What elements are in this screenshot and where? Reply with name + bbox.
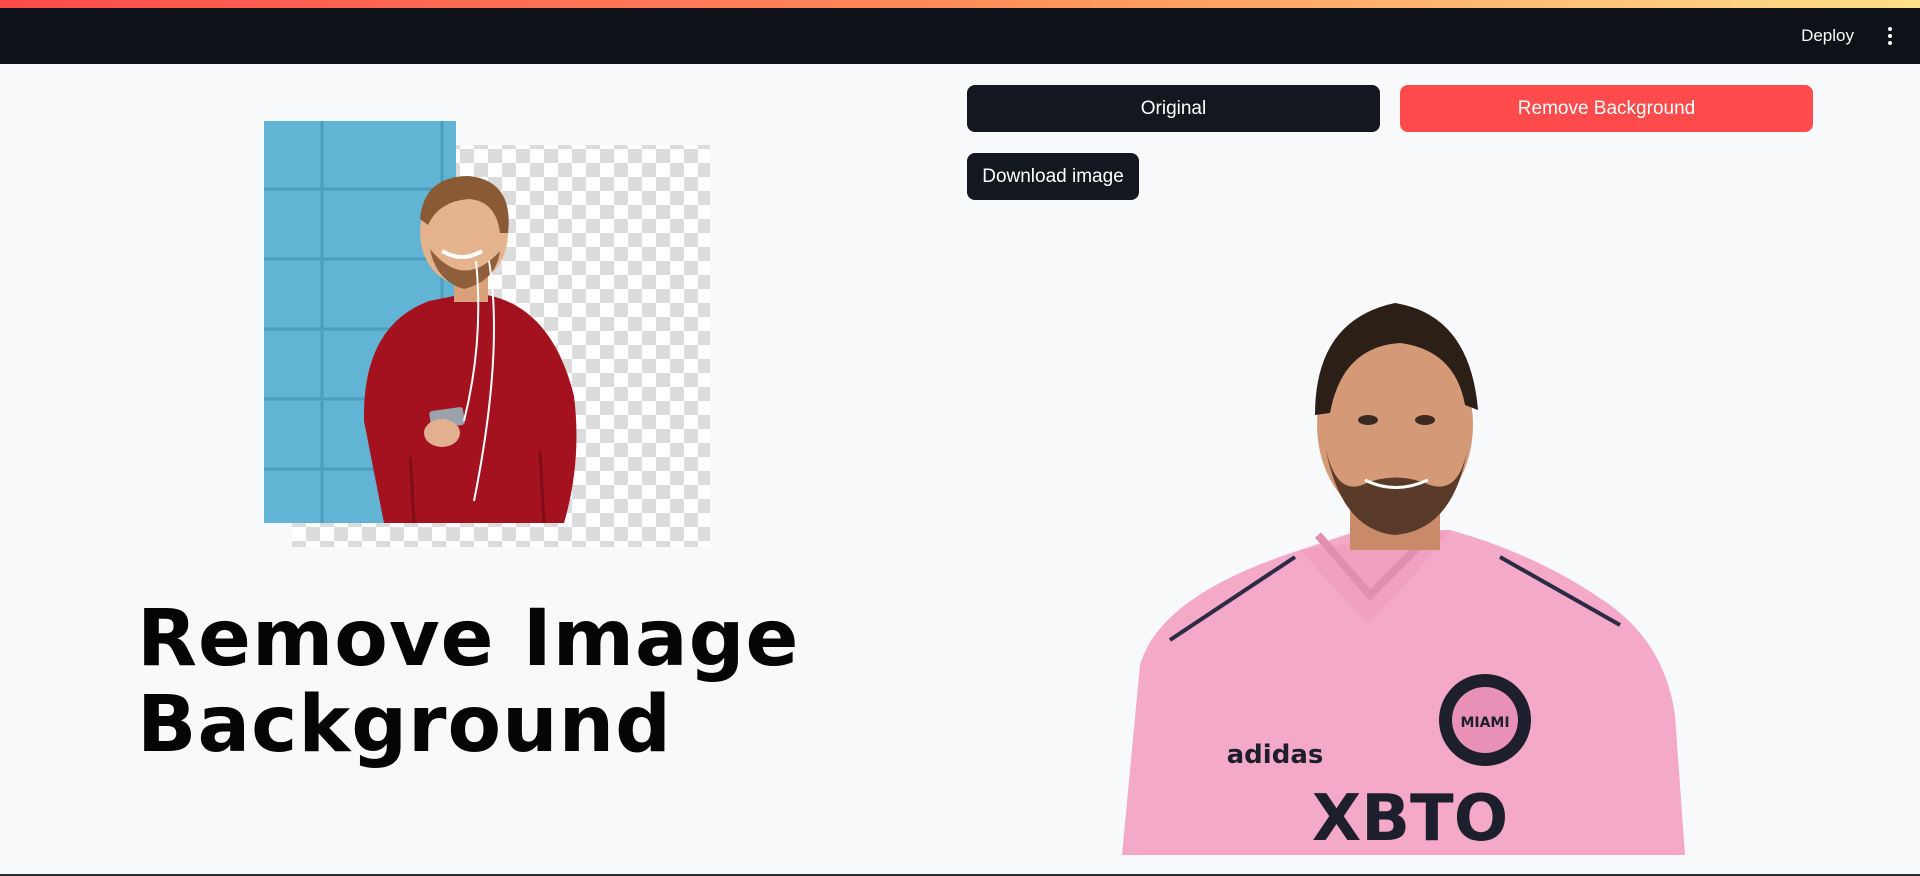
- remove-background-button[interactable]: Remove Background: [1400, 85, 1813, 132]
- svg-text:XBTO: XBTO: [1312, 782, 1508, 855]
- svg-text:adidas: adidas: [1227, 740, 1324, 770]
- svg-text:MIAMI: MIAMI: [1460, 715, 1509, 731]
- download-image-button[interactable]: Download image: [967, 153, 1139, 200]
- deploy-button[interactable]: Deploy: [1793, 22, 1862, 50]
- top-decoration-stripe: [0, 0, 1920, 8]
- result-image: MIAMI adidas XBTO: [1122, 303, 1685, 855]
- app-header: Deploy: [0, 8, 1920, 64]
- kebab-menu-icon[interactable]: [1878, 24, 1902, 48]
- page-title: Remove Image Background: [137, 594, 800, 770]
- original-button[interactable]: Original: [967, 85, 1380, 132]
- app-page: Deploy Remove Image Background Original …: [0, 0, 1920, 876]
- hero-image: [264, 121, 710, 547]
